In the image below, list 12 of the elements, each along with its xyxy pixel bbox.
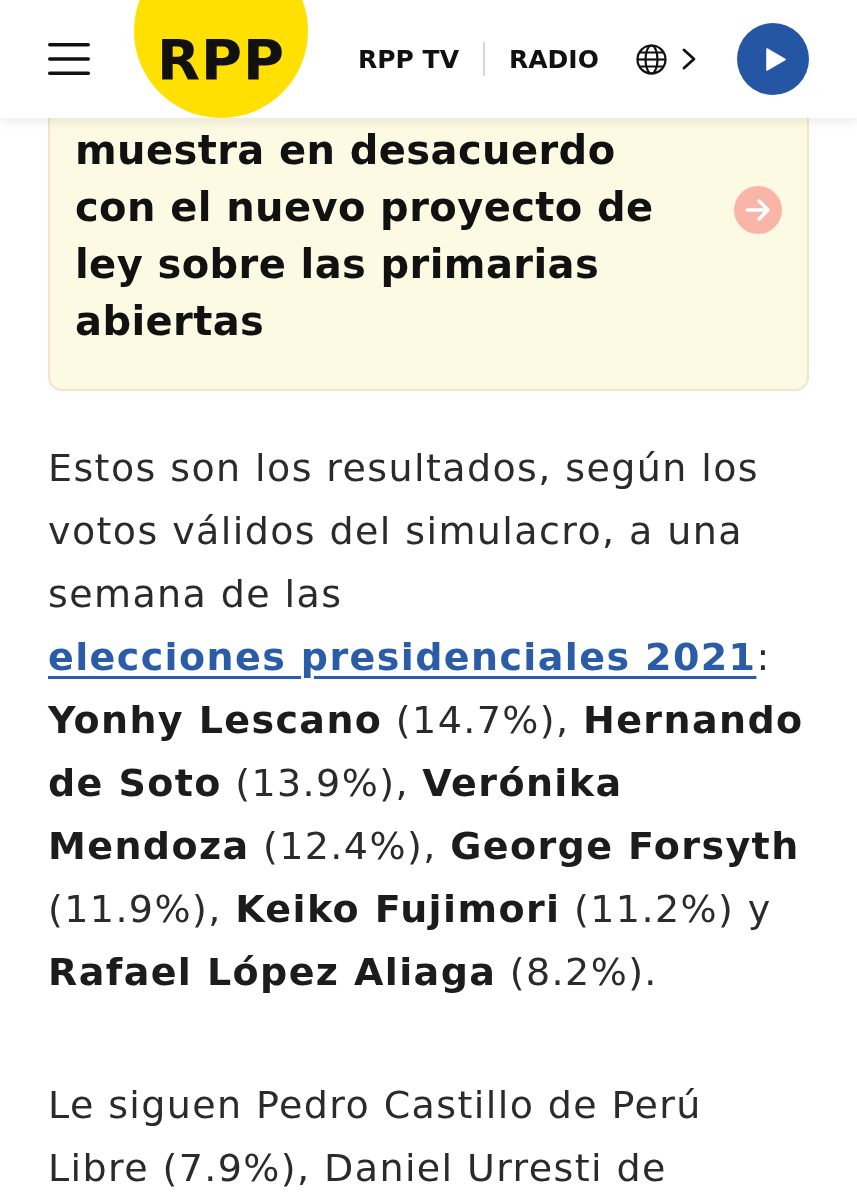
article-link[interactable]: elecciones presidenciales 2021 [48, 635, 757, 679]
related-article-card[interactable]: muestra en desacuerdo con el nuevo proyecto de ley sobre las primarias abiertas [48, 118, 809, 391]
article-paragraph: Estos son los resultados, según los votos válidos del simulacro, a una semana de las elecciones presidenciales 2021: Yonhy Lescano (14.7%), Hernando de Soto (13.9%), Verónika Mendoza (12.4%), George Forsyth (11.9%), Keiko Fujimori (11.2%) y Rafael López Aliaga (8.2%). [48, 445, 805, 996]
site-logo[interactable]: RPP [134, 0, 308, 118]
globe-icon[interactable] [635, 43, 667, 75]
chevron-icon[interactable] [681, 48, 696, 70]
play-icon [765, 47, 786, 71]
article-paragraph: Le siguen Pedro Castillo de Perú Libre (7.9%), Daniel Urresti de [48, 1082, 703, 1192]
nav-link[interactable]: RPP TV [358, 44, 459, 74]
nav-link[interactable]: RADIO [509, 44, 599, 74]
related-article-title[interactable]: muestra en desacuerdo con el nuevo proyecto de ley sobre las primarias abiertas [75, 122, 696, 350]
menu-icon[interactable] [48, 43, 90, 75]
